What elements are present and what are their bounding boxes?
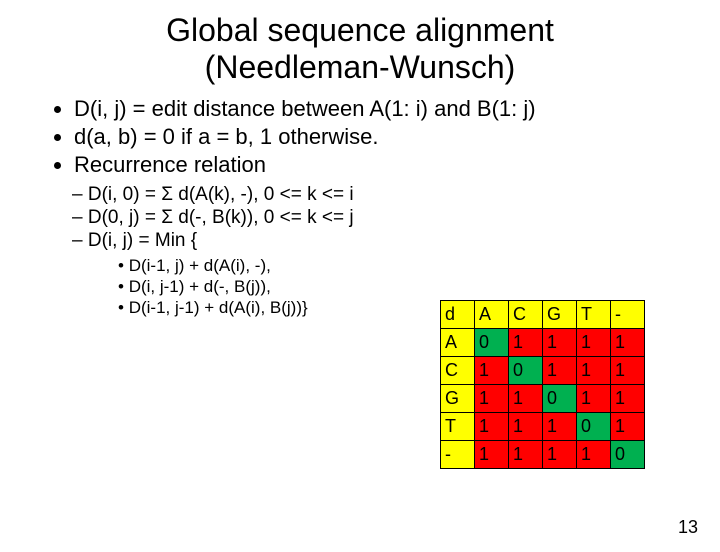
subbullet-item: D(0, j) = Σ d(-, B(k)), 0 <= k <= j [72,207,720,229]
cell: 1 [577,357,611,385]
cell: 1 [577,385,611,413]
row-header: G [441,385,475,413]
col-header: C [509,301,543,329]
distance-table-wrap: d A C G T - A 0 1 1 1 1 C 1 0 1 1 1 G 1 … [440,300,645,469]
table-row: - 1 1 1 1 0 [441,441,645,469]
row-header: - [441,441,475,469]
slide-title: Global sequence alignment (Needleman-Wun… [0,12,720,86]
cell: 0 [475,329,509,357]
subbullet-item: D(i, 0) = Σ d(A(k), -), 0 <= k <= i [72,184,720,206]
cell: 1 [611,329,645,357]
cell: 0 [543,385,577,413]
table-header-row: d A C G T - [441,301,645,329]
title-line1: Global sequence alignment [166,12,554,48]
col-header: T [577,301,611,329]
cell: 1 [543,329,577,357]
cell: 1 [543,441,577,469]
row-header: T [441,413,475,441]
cell: 0 [611,441,645,469]
cell: 0 [577,413,611,441]
table-corner: d [441,301,475,329]
cell: 1 [577,329,611,357]
page-number: 13 [678,517,698,538]
cell: 1 [509,329,543,357]
table-row: A 0 1 1 1 1 [441,329,645,357]
row-header: C [441,357,475,385]
cell: 0 [509,357,543,385]
cell: 1 [611,413,645,441]
cell: 1 [475,357,509,385]
cell: 1 [611,357,645,385]
col-header: - [611,301,645,329]
cell: 1 [611,385,645,413]
bullet-item: d(a, b) = 0 if a = b, 1 otherwise. [74,124,720,150]
col-header: G [543,301,577,329]
sub-bullets: D(i, 0) = Σ d(A(k), -), 0 <= k <= i D(0,… [72,184,720,252]
title-line2: (Needleman-Wunsch) [205,49,516,85]
table-row: G 1 1 0 1 1 [441,385,645,413]
cell: 1 [475,385,509,413]
bullet-item: D(i, j) = edit distance between A(1: i) … [74,96,720,122]
cell: 1 [509,385,543,413]
bullet-item: Recurrence relation [74,152,720,178]
cell: 1 [577,441,611,469]
cell: 1 [475,413,509,441]
cell: 1 [475,441,509,469]
cell: 1 [509,413,543,441]
main-bullets: D(i, j) = edit distance between A(1: i) … [34,96,720,178]
cell: 1 [543,413,577,441]
distance-table: d A C G T - A 0 1 1 1 1 C 1 0 1 1 1 G 1 … [440,300,645,469]
table-row: C 1 0 1 1 1 [441,357,645,385]
table-row: T 1 1 1 0 1 [441,413,645,441]
row-header: A [441,329,475,357]
cell: 1 [543,357,577,385]
cell: 1 [509,441,543,469]
col-header: A [475,301,509,329]
subsubbullet-item: D(i, j-1) + d(-, B(j)), [118,277,720,297]
subsubbullet-item: D(i-1, j) + d(A(i), -), [118,256,720,276]
subbullet-item: D(i, j) = Min { [72,230,720,252]
